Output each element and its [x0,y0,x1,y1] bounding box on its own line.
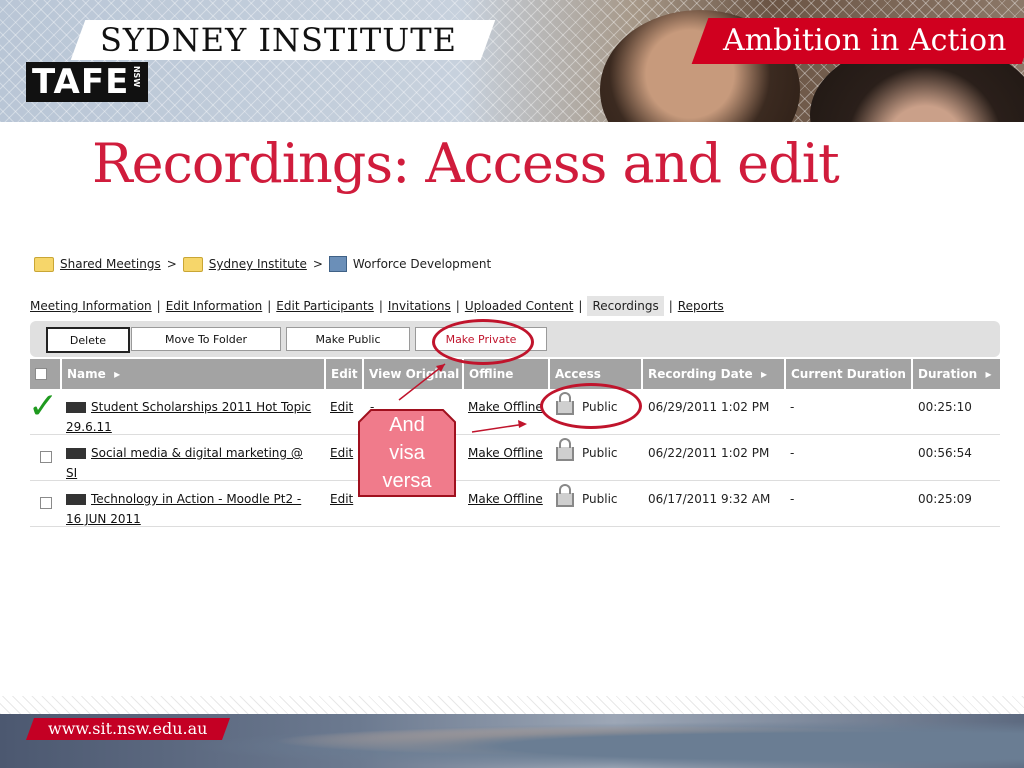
tafe-logo: TAFE NSW [26,62,148,102]
breadcrumb-separator: > [312,257,323,271]
recording-link[interactable]: 29.6.11 [66,420,112,434]
tafe-logo-sub: NSW [131,65,141,88]
meeting-icon [328,256,347,272]
column-duration[interactable]: Duration ▸ [913,359,1000,389]
current-duration: - [790,492,795,506]
access-status: Public [582,446,618,460]
table-row-cut [30,527,1000,538]
edit-link[interactable]: Edit [330,492,353,506]
breadcrumb-shared-meetings[interactable]: Shared Meetings [60,257,161,271]
breadcrumb: Shared Meetings > Sydney Institute > Wor… [34,254,491,274]
recording-link[interactable]: Student Scholarships 2011 Hot Topic [91,400,311,414]
make-public-button[interactable]: Make Public [286,327,410,351]
recording-name: Social media & digital marketing @ SI [66,443,321,483]
offline-cell: Make Offline [468,397,543,417]
access-cell: Public [556,484,618,509]
tab-uploaded-content[interactable]: Uploaded Content [465,299,574,313]
recording-link[interactable]: SI [66,466,77,480]
edit-link-cell: Edit [330,397,353,417]
make-offline-link[interactable]: Make Offline [468,446,543,460]
delete-button[interactable]: Delete [46,327,130,353]
offline-cell: Make Offline [468,489,543,509]
make-offline-link[interactable]: Make Offline [468,400,543,414]
folder-icon [182,256,203,272]
institute-name: SYDNEY INSTITUTE [100,21,457,59]
table-row[interactable]: Social media & digital marketing @ SI Edi… [30,435,1000,481]
select-all-header [30,359,62,389]
footer-url[interactable]: www.sit.nsw.edu.au [48,718,207,740]
unlock-icon [556,438,574,461]
access-status: Public [582,492,618,506]
recording-name: Technology in Action - Moodle Pt2 - 16 JU… [66,489,321,529]
meeting-tabs: Meeting Information | Edit Information | E… [30,296,724,316]
header-banner: SYDNEY INSTITUTE TAFE NSW Ambition in Ac… [0,0,1024,122]
tagline-box: Ambition in Action [691,18,1024,64]
footer-pattern [0,696,1024,714]
recording-icon [66,494,86,505]
folder-icon [34,256,54,272]
duration: 00:25:10 [918,400,972,414]
edit-link[interactable]: Edit [330,400,353,414]
table-row[interactable]: Student Scholarships 2011 Hot Topic 29.6.… [30,389,1000,435]
edit-link-cell: Edit [330,489,353,509]
recording-link[interactable]: Technology in Action - Moodle Pt2 - [91,492,301,506]
tab-reports[interactable]: Reports [678,299,724,313]
recording-icon [66,448,86,459]
offline-cell: Make Offline [468,443,543,463]
recording-icon [66,402,86,413]
edit-link-cell: Edit [330,443,353,463]
row-checkbox[interactable] [40,449,52,469]
tab-edit-participants[interactable]: Edit Participants [276,299,374,313]
checkmark-icon: ✓ [28,386,59,427]
row-checkbox[interactable] [40,495,52,515]
column-name[interactable]: Name ▸ [62,359,326,389]
tagline: Ambition in Action [722,23,1006,58]
connect-recordings-screenshot: Shared Meetings > Sydney Institute > Wor… [28,240,1004,538]
current-duration: - [790,446,795,460]
breadcrumb-separator: > [166,257,177,271]
table-row[interactable]: Technology in Action - Moodle Pt2 - 16 JU… [30,481,1000,527]
slide-title: Recordings: Access and edit [92,132,840,195]
highlight-make-private [432,319,534,365]
column-edit: Edit [326,359,364,389]
tab-meeting-information[interactable]: Meeting Information [30,299,152,313]
breadcrumb-sydney-institute[interactable]: Sydney Institute [209,257,307,271]
institute-name-box: SYDNEY INSTITUTE [70,20,496,60]
breadcrumb-current: Worforce Development [352,257,492,271]
edit-link[interactable]: Edit [330,446,353,460]
recording-date: 06/17/2011 9:32 AM [648,492,771,506]
unlock-icon [556,484,574,507]
column-view-original: View Original [364,359,464,389]
move-to-folder-button[interactable]: Move To Folder [131,327,281,351]
recording-link[interactable]: 16 JUN 2011 [66,512,141,526]
recording-date: 06/29/2011 1:02 PM [648,400,770,414]
callout-text: And visa versa [382,414,432,492]
select-all-checkbox[interactable] [35,368,47,380]
recording-date: 06/22/2011 1:02 PM [648,446,770,460]
column-recording-date[interactable]: Recording Date ▸ [643,359,786,389]
recording-link[interactable]: Social media & digital marketing @ [91,446,303,460]
make-offline-link[interactable]: Make Offline [468,492,543,506]
column-current-duration: Current Duration [786,359,913,389]
duration: 00:56:54 [918,446,972,460]
footer-url-box: www.sit.nsw.edu.au [25,718,231,740]
highlight-public-status [540,383,642,429]
tafe-logo-text: TAFE [32,62,130,102]
recording-name: Student Scholarships 2011 Hot Topic 29.6.… [66,397,321,437]
tab-recordings[interactable]: Recordings [587,296,664,316]
duration: 00:25:09 [918,492,972,506]
tab-invitations[interactable]: Invitations [388,299,451,313]
current-duration: - [790,400,795,414]
table-header: Name ▸ Edit View Original Offline Access… [30,359,1000,389]
tab-edit-information[interactable]: Edit Information [166,299,263,313]
access-cell: Public [556,438,618,463]
